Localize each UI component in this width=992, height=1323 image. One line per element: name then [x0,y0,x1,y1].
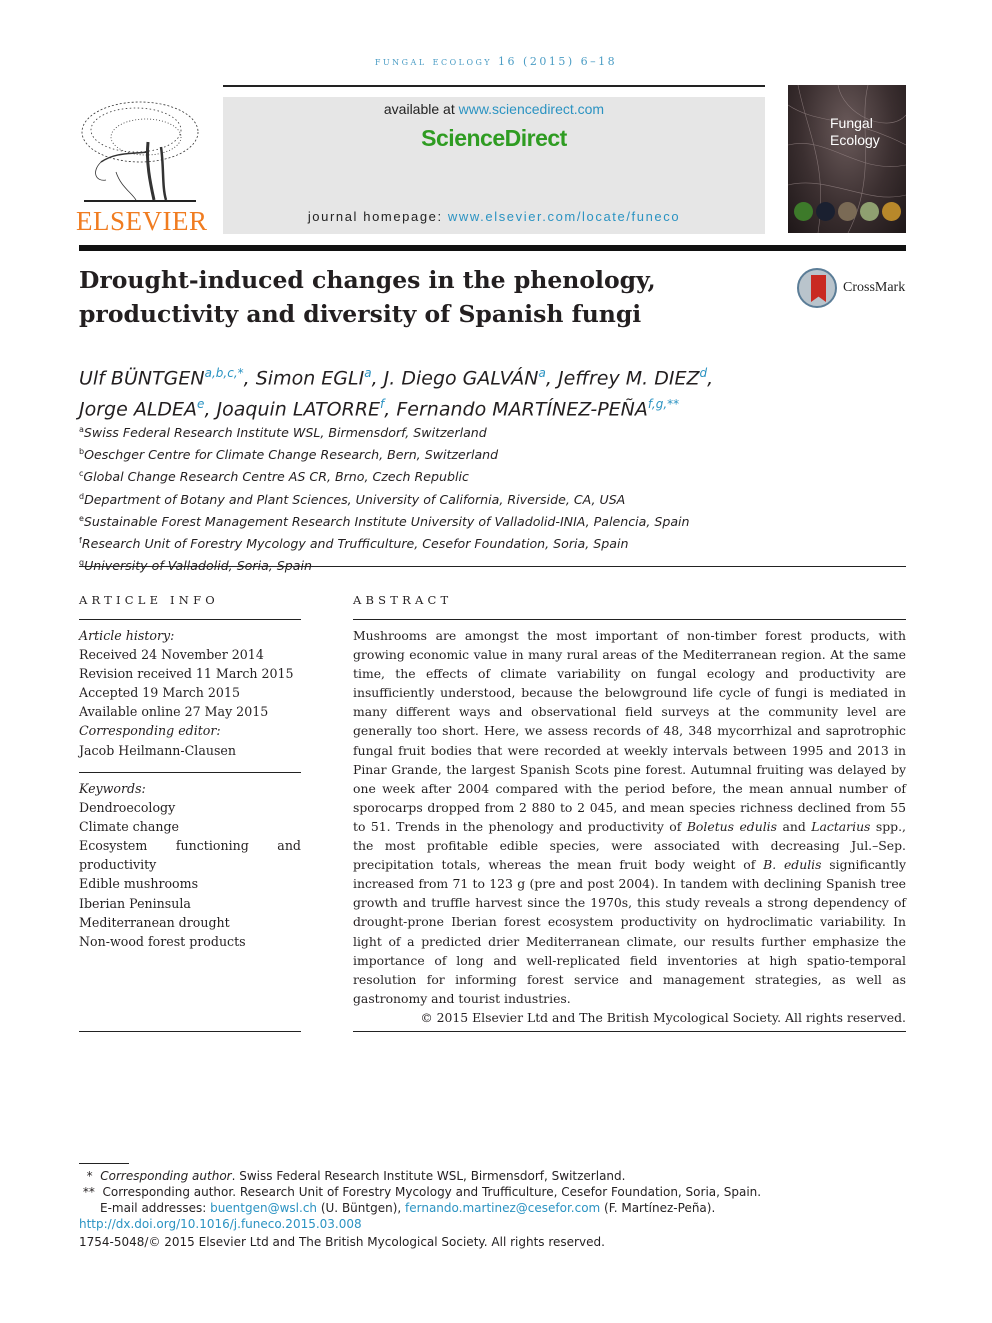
journal-homepage-link[interactable]: www.elsevier.com/locate/funeco [448,209,680,224]
revised-date: Revision received 11 March 2015 [79,666,294,682]
keywords-block: Keywords: Dendroecology Climate change E… [79,779,301,951]
cover-circle [816,202,835,221]
article-history: Article history: Received 24 November 20… [79,626,301,760]
available-at-line: available at www.sciencedirect.com [223,101,765,117]
author-name: J. Diego GALVÁN [383,367,539,390]
affiliation-item: dDepartment of Botany and Plant Sciences… [79,491,626,507]
email-link-buentgen[interactable]: buentgen@wsl.ch [210,1201,317,1215]
email-link-martinez[interactable]: fernando.martinez@cesefor.com [405,1201,600,1215]
footnotes: * Corresponding author. Swiss Federal Re… [79,1168,919,1250]
header-top-rule [223,85,765,87]
author-affil-ref[interactable]: d [700,366,708,380]
cover-circle [838,202,857,221]
elsevier-logo[interactable]: ELSEVIER [76,92,208,237]
footnote-emails: E-mail addresses: buentgen@wsl.ch (U. Bü… [100,1201,716,1215]
available-prefix: available at [383,101,459,117]
affiliation-item: aSwiss Federal Research Institute WSL, B… [79,425,487,441]
editor-name: Jacob Heilmann-Clausen [79,742,236,758]
author-affil-ref[interactable]: a,b,c,* [205,366,244,380]
affiliation-item: eSustainable Forest Management Research … [79,513,690,529]
author-list: Ulf BÜNTGENa,b,c,*, Simon EGLIa, J. Dieg… [79,360,919,423]
author-name: Jeffrey M. DIEZ [557,367,700,390]
running-head: fungal ecology 16 (2015) 6–18 [374,55,618,68]
history-label: Article history: [79,628,175,643]
author-affil-ref[interactable]: a [364,366,371,380]
journal-homepage-line: journal homepage: www.elsevier.com/locat… [223,209,765,224]
received-date: Received 24 November 2014 [79,647,264,663]
footnote-corresponding-1: * Corresponding author. Swiss Federal Re… [86,1169,626,1183]
cover-circle [882,202,901,221]
keywords-rule [79,772,301,773]
article-title: Drought-induced changes in the phenology… [79,266,656,328]
abstract-text: Mushrooms are amongst the most important… [353,628,906,1006]
keyword-item: Edible mushrooms [79,876,199,892]
affiliation-list: aSwiss Federal Research Institute WSL, B… [79,420,919,575]
keyword-item: Dendroecology [79,800,176,816]
author-name: Joaquin LATORRE [216,398,381,421]
abstract-body: Mushrooms are amongst the most important… [353,626,906,1027]
keywords-label: Keywords: [79,781,146,796]
abstract-heading: ABSTRACT [353,593,453,607]
online-date: Available online 27 May 2015 [79,704,269,720]
abstract-copyright: © 2015 Elsevier Ltd and The British Myco… [420,1009,906,1025]
sciencedirect-link[interactable]: www.sciencedirect.com [459,101,605,117]
author-name: Ulf BÜNTGEN [79,367,205,390]
article-info-rule [79,619,301,620]
cover-circle [794,202,813,221]
footnote-rule [79,1163,129,1164]
sciencedirect-logo[interactable]: ScienceDirect [223,125,765,152]
article-info-heading: ARTICLE INFO [79,593,219,607]
homepage-prefix: journal homepage: [307,209,448,224]
affiliation-item: cGlobal Change Research Centre AS CR, Br… [79,469,469,485]
author-line-1: Ulf BÜNTGENa,b,c,*, Simon EGLIa, J. Dieg… [79,366,714,390]
keyword-item: Mediterranean drought [79,914,230,930]
header-thick-rule [79,245,906,251]
keyword-item: Climate change [79,819,179,835]
author-line-2: Jorge ALDEAe, Joaquin LATORREf, Fernando… [79,397,680,421]
journal-cover-image[interactable]: Fungal Ecology [788,85,906,233]
sciencedirect-banner: available at www.sciencedirect.com Scien… [223,97,765,234]
accepted-date: Accepted 19 March 2015 [79,685,240,701]
elsevier-wordmark: ELSEVIER [76,206,208,236]
cover-title-line2: Ecology [830,132,880,148]
issn-copyright: 1754-5048/© 2015 Elsevier Ltd and The Br… [79,1235,605,1249]
keyword-item: Non-wood forest products [79,933,246,949]
crossmark-icon [797,268,837,308]
affiliation-item: gUniversity of Valladolid, Soria, Spain [79,558,312,574]
footnote-corresponding-2: ** Corresponding author. Research Unit o… [82,1185,762,1199]
editor-label: Corresponding editor: [79,723,221,739]
doi-link[interactable]: http://dx.doi.org/10.1016/j.funeco.2015.… [79,1217,362,1231]
keyword-item: Iberian Peninsula [79,895,191,911]
cover-title-line1: Fungal [830,115,873,131]
author-name: Fernando MARTÍNEZ-PEÑA [396,398,648,421]
affiliation-item: fResearch Unit of Forestry Mycology and … [79,535,629,552]
abstract-rule [353,619,906,620]
section-divider [79,566,906,567]
author-affil-ref[interactable]: a [539,366,546,380]
affiliation-item: bOeschger Centre for Climate Change Rese… [79,447,499,463]
author-name: Simon EGLI [255,367,365,390]
crossmark-label: CrossMark [843,280,906,295]
crossmark-badge[interactable]: CrossMark [797,268,917,312]
keyword-item: Ecosystem functioning and productivity [79,838,301,873]
article-info-bottom-rule [79,1031,301,1032]
author-affil-ref[interactable]: f,g,** [648,397,679,411]
cover-circle [860,202,879,221]
abstract-bottom-rule [353,1031,906,1032]
cover-photo-circles [794,202,901,221]
elsevier-tree-icon [81,101,199,202]
cover-title: Fungal Ecology [830,115,880,149]
author-name: Jorge ALDEA [79,398,198,421]
